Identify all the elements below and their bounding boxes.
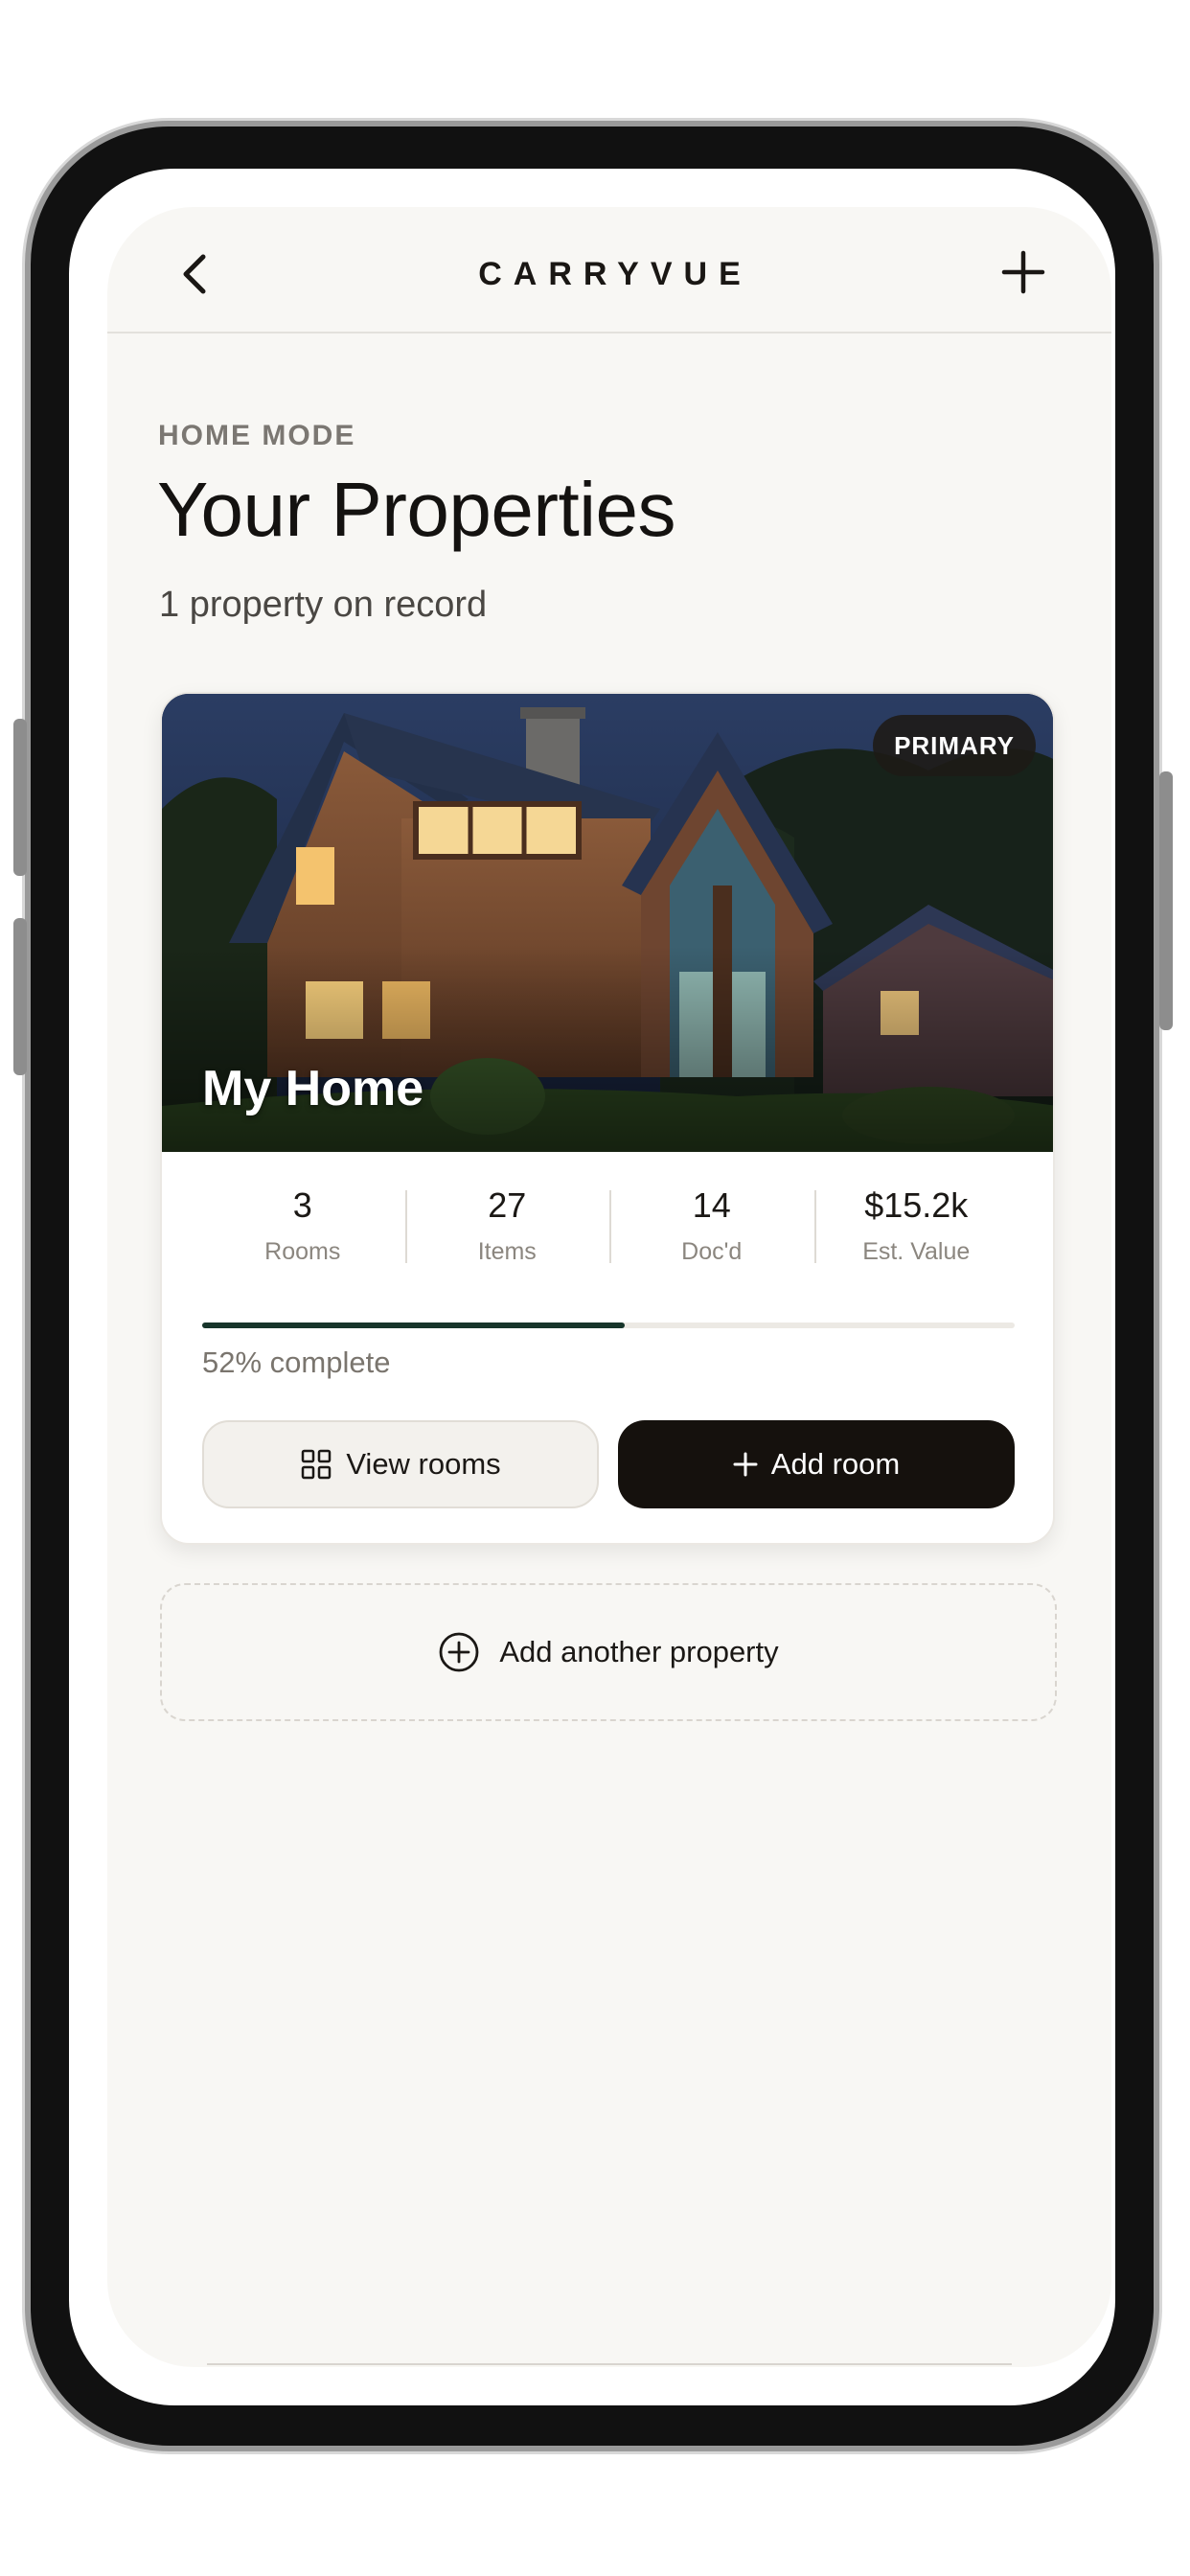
grid-icon <box>300 1448 332 1481</box>
property-count: 1 property on record <box>159 585 488 625</box>
stat-label: Rooms <box>264 1238 341 1265</box>
progress-bar <box>202 1322 1015 1328</box>
volume-up-button <box>13 719 27 876</box>
app-brand: CARRYVUE <box>478 256 752 292</box>
property-name: My Home <box>202 1061 424 1116</box>
progress-label: 52% complete <box>202 1346 391 1379</box>
add-room-label: Add room <box>770 1447 901 1481</box>
power-button <box>1159 771 1173 1030</box>
stat-label: Items <box>477 1238 537 1265</box>
add-another-property-button[interactable]: Add another property <box>160 1583 1057 1721</box>
property-stats: 3 Rooms 27 Items 14 Doc'd $15.2k Est. Va… <box>200 1184 1018 1271</box>
property-card[interactable]: PRIMARY My Home 3 Rooms 27 Items 14 Doc'… <box>160 692 1055 1545</box>
stat-rooms: 3 Rooms <box>200 1184 405 1271</box>
property-image: PRIMARY My Home <box>162 694 1053 1152</box>
stat-value: 14 <box>692 1185 731 1225</box>
stat-label: Est. Value <box>862 1238 971 1265</box>
stat-est-value: $15.2k Est. Value <box>813 1184 1019 1271</box>
plus-icon <box>733 1452 758 1477</box>
stat-documented: 14 Doc'd <box>609 1184 814 1271</box>
page-title: Your Properties <box>157 467 675 552</box>
plus-circle-icon <box>438 1631 480 1673</box>
view-rooms-label: View rooms <box>346 1447 501 1481</box>
mode-label: HOME MODE <box>158 420 356 451</box>
stat-value: $15.2k <box>864 1185 969 1225</box>
stat-value: 27 <box>488 1185 527 1225</box>
stat-items: 27 Items <box>404 1184 610 1271</box>
app-screen: CARRYVUE HOME MODE Your Properties 1 pro… <box>107 207 1111 2367</box>
add-another-property-label: Add another property <box>499 1635 779 1668</box>
stat-label: Doc'd <box>681 1238 743 1265</box>
progress-fill <box>202 1322 625 1328</box>
add-room-button[interactable]: Add room <box>618 1420 1015 1508</box>
stat-value: 3 <box>292 1185 312 1225</box>
add-button[interactable] <box>995 243 1052 301</box>
volume-down-button <box>13 918 27 1075</box>
screen: CARRYVUE HOME MODE Your Properties 1 pro… <box>69 169 1115 2405</box>
primary-badge: PRIMARY <box>873 715 1036 776</box>
bottom-divider <box>207 2363 1012 2365</box>
view-rooms-button[interactable]: View rooms <box>202 1420 599 1508</box>
top-bar: CARRYVUE <box>107 207 1111 334</box>
plus-icon <box>1001 250 1045 294</box>
